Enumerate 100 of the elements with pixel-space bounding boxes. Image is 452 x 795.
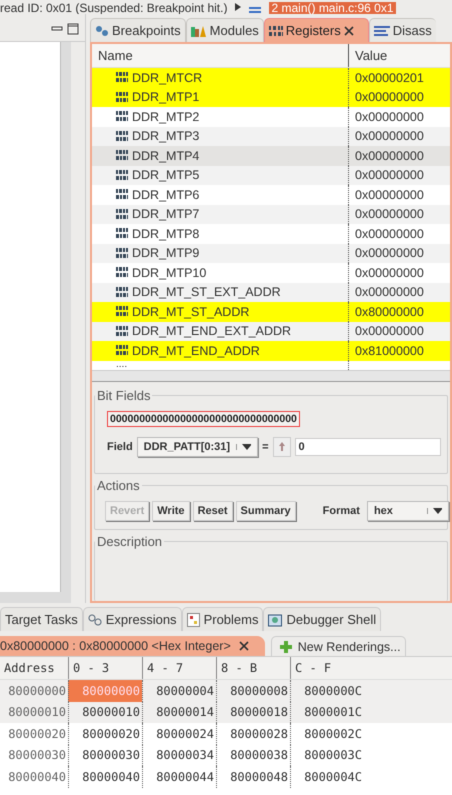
close-icon[interactable] [238,641,249,651]
view-tab[interactable]: Debugger Shell [263,607,382,631]
format-dropdown[interactable]: hex [366,500,449,520]
register-icon [116,72,128,84]
register-icon [116,92,128,103]
column-header[interactable]: Value [348,44,450,67]
variable-icon [88,614,102,626]
problems-icon [186,612,200,626]
action-button[interactable]: Write [152,500,190,520]
register-icon [116,345,128,356]
group-title: Actions [96,478,141,492]
address-cell-text: 80000000 [7,682,67,700]
address-cell-text: 80000010 [7,704,67,722]
memory-cell[interactable]: 80000024 [142,723,216,744]
register-icon [116,267,128,278]
column-header[interactable]: Name [92,44,348,67]
bits-field[interactable]: 00000000000000000000000000000000 [107,410,300,426]
register-row[interactable]: DDR_MTP7 0x00000000 [92,204,450,224]
memory-cell[interactable]: 8000002C [290,723,364,744]
view-tab[interactable]: Disass [368,18,436,42]
view-tab[interactable]: Target Tasks [0,607,83,631]
column-header[interactable]: Address [0,657,68,679]
action-button[interactable]: Reset [192,500,233,520]
field-dropdown[interactable]: DDR_PATT[0:31] [136,436,258,456]
register-name: DDR_MT_END_ADDR [132,344,260,358]
address-cell-text: 80000020 [7,726,67,743]
register-icon [116,326,128,337]
register-name: DDR_MT_ST_ADDR [132,304,250,319]
view-tab[interactable]: Problems [182,607,264,631]
register-name: DDR_MTP1 [132,90,200,104]
dropdown-arrow-icon [427,508,442,514]
register-row[interactable]: DDR_MTCR 0x00000201 [92,68,450,88]
up-button[interactable] [272,436,290,456]
register-row[interactable]: DDR_MT_ST_ADDR 0x80000000 [92,302,450,322]
horizontal-scrollbar[interactable] [92,370,450,380]
value-field[interactable]: 0 [294,438,441,456]
register-icon [116,306,128,318]
format-label: Format [322,504,360,516]
register-name: DDR_MTCR [132,70,202,85]
memory-cell[interactable]: 80000040 [68,766,142,788]
rendering-tab[interactable]: 0x80000000 : 0x80000000 <Hex Integer> [0,636,265,656]
up-arrow-icon [278,442,284,451]
horizontal-scrollbar[interactable] [0,592,71,603]
register-name: DDR_MTP5 [132,168,200,182]
memory-cell[interactable]: 80000010 [68,702,142,723]
memory-cell[interactable]: 8000003C [290,744,364,766]
column-header[interactable]: 8 - B [216,657,290,679]
register-name: DDR_MT_ST_EXT_ADDR [132,285,281,300]
register-row[interactable]: DDR_MTP5 0x00000000 [92,166,450,185]
plus-icon [280,640,292,652]
register-row[interactable]: DDR_MTP9 0x00000000 [92,244,450,263]
memory-cell[interactable]: 80000020 [68,723,142,744]
memory-cell[interactable]: 8000004C [290,766,364,788]
field-label: Field [107,440,133,452]
view-tab[interactable]: Registers [264,18,369,42]
register-icon [116,189,128,200]
register-name: DDR_MTP10 [132,266,206,280]
view-tab[interactable]: Breakpoints [90,18,186,42]
register-row[interactable]: DDR_MT_END_ADDR 0x81000000 [92,341,450,360]
register-row[interactable]: DDR_MT_ST_EXT_ADDR 0x00000000 [92,282,450,302]
memory-cell[interactable]: 80000030 [68,744,142,766]
arrow-icon [235,3,242,11]
view-tab[interactable]: Modules [186,18,264,42]
register-row[interactable]: DDR_MTP3 0x00000000 [92,126,450,146]
more-indicator: .... [115,362,128,368]
address-cell-text: 80000030 [7,747,67,764]
memory-cell[interactable]: 80000014 [142,702,216,723]
memory-cell[interactable]: 80000028 [216,723,290,744]
stack-frame-icon [249,6,262,14]
column-header[interactable]: C - F [290,657,364,679]
register-icon [116,228,128,240]
action-button[interactable]: Summary [236,500,296,520]
register-name: DDR_MTP9 [132,246,200,260]
view-tab[interactable]: Expressions [82,607,182,631]
register-name: DDR_MT_END_EXT_ADDR [132,324,292,338]
books-icon [190,24,207,36]
list-icon [374,24,390,36]
memory-cell[interactable]: 80000034 [142,744,216,766]
register-row[interactable]: DDR_MTP4 0x00000000 [92,146,450,166]
column-header[interactable]: 4 - 7 [142,657,216,679]
register-row[interactable]: DDR_MTP1 0x00000000 [92,88,450,107]
register-name: DDR_MTP3 [132,129,200,144]
dropdown-arrow-icon [236,444,252,450]
register-name: DDR_MTP4 [132,148,200,163]
new-renderings-tab[interactable]: New Renderings... [270,636,406,656]
register-icon [116,150,128,162]
dots-icon [95,24,109,36]
close-icon[interactable] [344,26,354,36]
register-row[interactable]: DDR_MT_END_EXT_ADDR 0x00000000 [92,322,450,341]
memory-cell[interactable]: 80000038 [216,744,290,766]
register-icon [116,248,128,259]
maximize-icon[interactable] [67,22,79,34]
vertical-scrollbar[interactable] [60,42,71,592]
memory-cell[interactable]: 80000018 [216,702,290,723]
register-icon [116,208,128,220]
memory-cell[interactable]: 80000048 [216,766,290,788]
column-header[interactable]: 0 - 3 [68,657,142,679]
register-icon [116,286,128,298]
memory-cell[interactable]: 8000001C [290,702,364,723]
memory-cell[interactable]: 80000044 [142,766,216,788]
